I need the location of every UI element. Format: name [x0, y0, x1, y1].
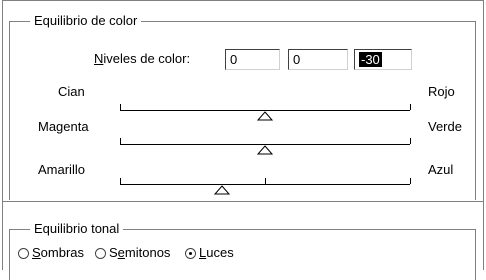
highlights-label[interactable]: Luces [199, 245, 234, 261]
yellow-label: Amarillo [38, 162, 85, 177]
color-balance-legend: Equilibrio de color [30, 13, 142, 29]
color-balance-dialog: Equilibrio de color Niveles de color: 0 … [2, 0, 484, 280]
highlights-radio[interactable] [185, 248, 196, 259]
yellow-blue-slider-track[interactable] [120, 184, 410, 185]
yellow-blue-slider-left-tick [120, 178, 121, 184]
color-level-2-input[interactable]: 0 [288, 49, 348, 70]
midtones-radio[interactable] [95, 248, 106, 259]
magenta-label: Magenta [38, 119, 89, 134]
magenta-green-slider-right-tick [410, 138, 411, 144]
color-levels-label: Niveles de color: [94, 51, 191, 66]
tonal-balance-legend: Equilibrio tonal [30, 221, 124, 237]
red-label: Rojo [428, 84, 455, 99]
magenta-green-slider-thumb[interactable] [257, 145, 273, 155]
cyan-red-slider-right-tick [410, 104, 411, 110]
shadows-label[interactable]: Sombras [32, 245, 84, 261]
tonal-balance-group: Equilibrio tonal Sombras Semitonos Luces [9, 221, 476, 280]
color-balance-group: Equilibrio de color Niveles de color: 0 … [9, 13, 476, 200]
color-level-1-input[interactable]: 0 [225, 49, 280, 70]
cyan-red-slider-left-tick [120, 104, 121, 110]
yellow-blue-slider-center-tick [265, 178, 266, 184]
yellow-blue-slider-right-tick [410, 178, 411, 184]
color-level-3-input[interactable]: -30 [354, 49, 412, 70]
blue-label: Azul [428, 162, 454, 177]
green-label: Verde [428, 119, 462, 134]
magenta-green-slider-left-tick [120, 138, 121, 144]
yellow-blue-slider-thumb[interactable] [213, 185, 230, 195]
cyan-label: Cian [58, 84, 85, 99]
midtones-label[interactable]: Semitonos [109, 245, 170, 261]
shadows-radio[interactable] [18, 248, 29, 259]
section-divider [3, 201, 483, 202]
cyan-red-slider-thumb[interactable] [257, 111, 273, 121]
